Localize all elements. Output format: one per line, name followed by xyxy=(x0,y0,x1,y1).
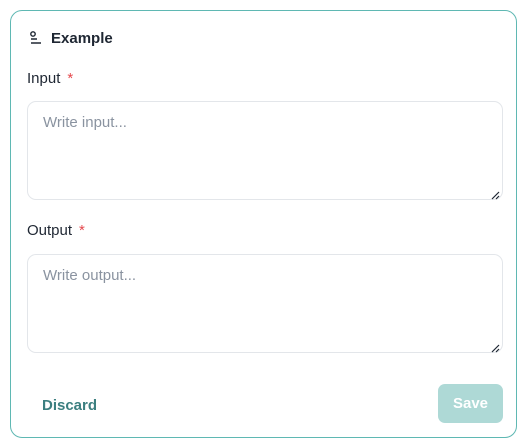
output-label-text: Output xyxy=(27,222,73,239)
resize-handle-icon[interactable] xyxy=(490,187,500,200)
output-required-mark: * xyxy=(79,222,85,239)
input-label: Input * xyxy=(27,70,73,87)
input-field-wrapper xyxy=(27,101,503,200)
input-required-mark: * xyxy=(67,70,74,87)
output-field-wrapper xyxy=(27,254,503,353)
input-label-text: Input xyxy=(27,70,61,87)
card-title: Example xyxy=(51,29,113,47)
discard-button[interactable]: Discard xyxy=(27,386,111,424)
card-header: Example xyxy=(30,28,113,48)
save-button[interactable]: Save xyxy=(438,384,503,423)
input-textarea[interactable] xyxy=(28,102,502,199)
text-align-left-icon xyxy=(30,31,42,45)
example-card: Example Input * Output * Discard Save xyxy=(10,10,517,438)
output-textarea[interactable] xyxy=(28,255,502,352)
output-label: Output * xyxy=(27,222,85,239)
resize-handle-icon[interactable] xyxy=(490,340,500,353)
